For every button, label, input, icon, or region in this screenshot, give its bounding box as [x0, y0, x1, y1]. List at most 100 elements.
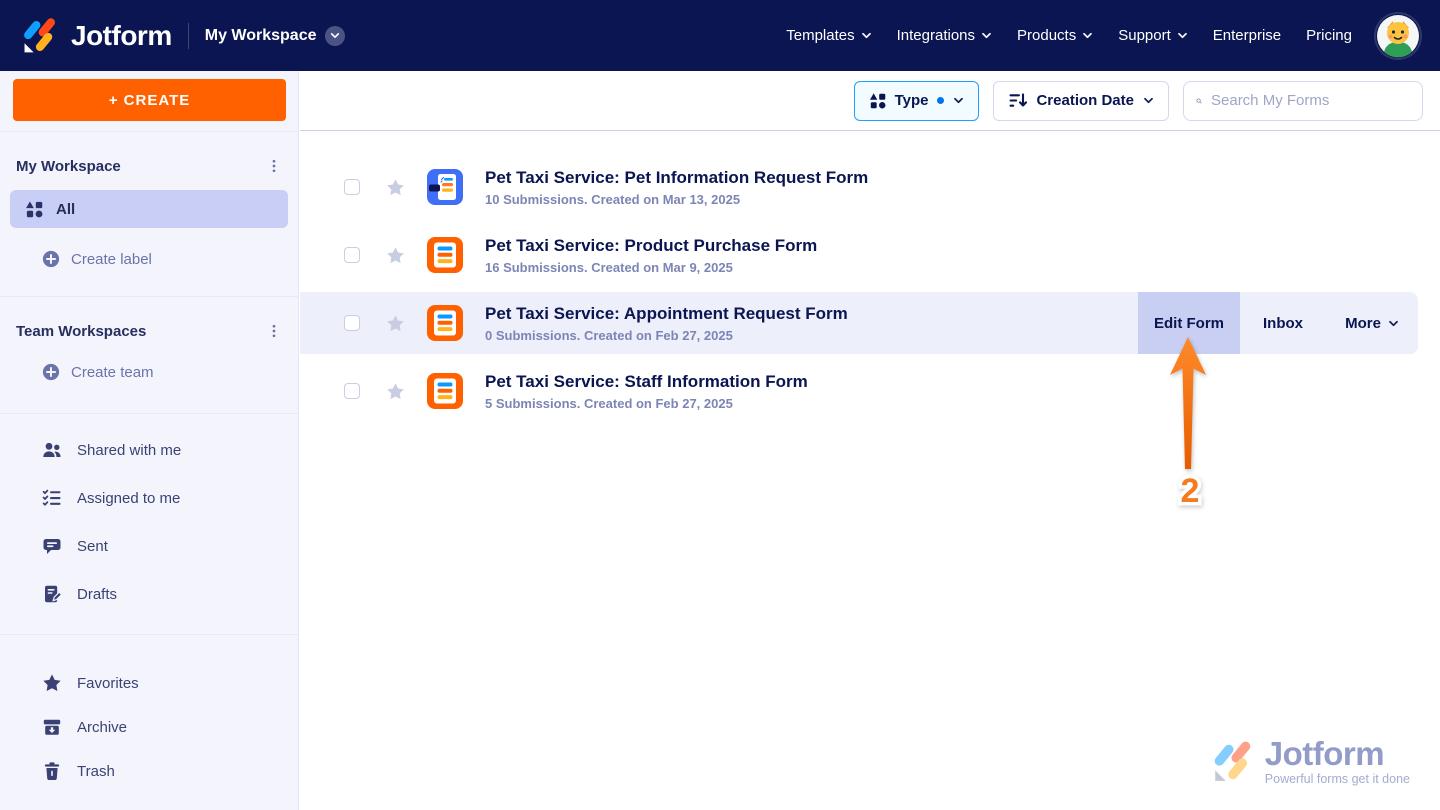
chevron-down-icon — [981, 32, 992, 39]
draft-icon — [42, 584, 62, 604]
plus-circle-icon — [42, 250, 60, 268]
sidebar-divider — [0, 131, 298, 132]
team-workspaces-section-header: Team Workspaces — [0, 321, 298, 341]
my-workspace-section-header: My Workspace — [0, 156, 298, 176]
sidebar-divider — [0, 413, 298, 414]
search-box — [1183, 81, 1423, 121]
chevron-down-icon — [1082, 32, 1093, 39]
favorite-star-icon[interactable] — [386, 178, 405, 197]
workspace-switcher[interactable]: My Workspace — [205, 26, 346, 46]
row-actions: Edit Form Inbox More — [1138, 292, 1418, 354]
form-info: Pet Taxi Service: Appointment Request Fo… — [485, 304, 848, 343]
sidebar-item-all[interactable]: All — [10, 190, 288, 228]
people-icon — [42, 440, 62, 460]
edit-form-button[interactable]: Edit Form — [1138, 292, 1240, 354]
sidebar-divider — [0, 296, 298, 297]
form-info: Pet Taxi Service: Pet Information Reques… — [485, 168, 868, 207]
jotform-watermark-logo-icon — [1210, 739, 1256, 785]
create-team-link[interactable]: Create team — [0, 363, 298, 381]
sidebar-item-shared-with-me[interactable]: Shared with me — [0, 426, 298, 474]
watermark-tagline: Powerful forms get it done — [1265, 772, 1410, 786]
header-divider — [188, 23, 189, 49]
user-avatar[interactable] — [1376, 14, 1420, 58]
chevron-down-icon — [325, 26, 345, 46]
star-icon — [42, 673, 62, 693]
main-content: Type Creation Date — [300, 71, 1440, 810]
trash-icon — [42, 761, 62, 781]
plus-circle-icon — [42, 363, 60, 381]
classic-form-icon — [427, 373, 463, 409]
chevron-down-icon — [953, 97, 964, 104]
form-title[interactable]: Pet Taxi Service: Pet Information Reques… — [485, 168, 868, 188]
forms-toolbar: Type Creation Date — [300, 71, 1440, 131]
favorite-star-icon[interactable] — [386, 246, 405, 265]
svg-text:2: 2 — [1181, 472, 1200, 510]
sidebar-item-archive[interactable]: Archive — [0, 705, 298, 749]
more-button[interactable]: More — [1326, 292, 1418, 354]
workspace-menu-kebab-icon[interactable] — [264, 156, 284, 176]
jotform-logo-text: Jotform — [71, 20, 172, 52]
sidebar-item-sent[interactable]: Sent — [0, 522, 298, 570]
favorite-star-icon[interactable] — [386, 382, 405, 401]
form-info: Pet Taxi Service: Product Purchase Form … — [485, 236, 817, 275]
form-title[interactable]: Pet Taxi Service: Product Purchase Form — [485, 236, 817, 256]
form-meta: 10 Submissions. Created on Mar 13, 2025 — [485, 192, 868, 207]
row-checkbox[interactable] — [344, 247, 360, 263]
chevron-down-icon — [1177, 32, 1188, 39]
form-meta: 0 Submissions. Created on Feb 27, 2025 — [485, 328, 848, 343]
header-nav: Templates Integrations Products Support … — [786, 27, 1352, 44]
avatar-cat-icon — [1376, 14, 1420, 58]
active-filter-dot — [937, 97, 944, 104]
search-input[interactable] — [1211, 92, 1410, 109]
sidebar-links: Shared with me Assigned to me Sent Draft… — [0, 426, 298, 618]
nav-templates[interactable]: Templates — [786, 27, 871, 44]
search-icon — [1196, 92, 1202, 110]
chevron-down-icon — [1143, 97, 1154, 104]
form-meta: 5 Submissions. Created on Feb 27, 2025 — [485, 396, 808, 411]
nav-integrations[interactable]: Integrations — [897, 27, 992, 44]
favorite-star-icon[interactable] — [386, 314, 405, 333]
sidebar-item-favorites[interactable]: Favorites — [0, 661, 298, 705]
sidebar: + CREATE My Workspace All Create label T… — [0, 71, 299, 810]
sidebar-item-trash[interactable]: Trash — [0, 749, 298, 793]
create-button[interactable]: + CREATE — [13, 79, 286, 121]
jotform-logo-icon — [20, 16, 60, 56]
form-title[interactable]: Pet Taxi Service: Appointment Request Fo… — [485, 304, 848, 324]
row-checkbox[interactable] — [344, 315, 360, 331]
row-checkbox[interactable] — [344, 179, 360, 195]
annotation-step-number: 2 — [1168, 467, 1212, 513]
forms-list: Pet Taxi Service: Pet Information Reques… — [300, 156, 1440, 422]
sidebar-item-drafts[interactable]: Drafts — [0, 570, 298, 618]
my-workspace-title: My Workspace — [16, 158, 121, 175]
form-row-pet-information[interactable]: Pet Taxi Service: Pet Information Reques… — [300, 156, 1418, 218]
form-row-staff-information[interactable]: Pet Taxi Service: Staff Information Form… — [300, 360, 1418, 422]
nav-pricing[interactable]: Pricing — [1306, 27, 1352, 44]
sidebar-bottom-links: Favorites Archive Trash — [0, 661, 298, 793]
type-filter-button[interactable]: Type — [854, 81, 980, 121]
form-title[interactable]: Pet Taxi Service: Staff Information Form — [485, 372, 808, 392]
form-row-appointment-request[interactable]: Pet Taxi Service: Appointment Request Fo… — [300, 292, 1418, 354]
jotform-my-forms-page: Jotform My Workspace Templates Integrati… — [0, 0, 1440, 810]
chat-icon — [42, 536, 62, 556]
classic-form-icon — [427, 237, 463, 273]
sort-icon — [1008, 91, 1027, 110]
grid-shapes-icon — [25, 200, 43, 218]
nav-products[interactable]: Products — [1017, 27, 1093, 44]
inbox-button[interactable]: Inbox — [1240, 292, 1326, 354]
team-menu-kebab-icon[interactable] — [264, 321, 284, 341]
form-meta: 16 Submissions. Created on Mar 9, 2025 — [485, 260, 817, 275]
top-navbar: Jotform My Workspace Templates Integrati… — [0, 0, 1440, 71]
sort-creation-date-button[interactable]: Creation Date — [993, 81, 1169, 121]
sidebar-item-assigned-to-me[interactable]: Assigned to me — [0, 474, 298, 522]
form-info: Pet Taxi Service: Staff Information Form… — [485, 372, 808, 411]
jotform-logo[interactable]: Jotform — [20, 16, 172, 56]
create-label-link[interactable]: Create label — [0, 250, 298, 268]
row-checkbox[interactable] — [344, 383, 360, 399]
nav-support[interactable]: Support — [1118, 27, 1188, 44]
workspace-switcher-label: My Workspace — [205, 27, 317, 45]
jotform-watermark: Jotform Powerful forms get it done — [1210, 737, 1410, 786]
card-form-icon — [427, 169, 463, 205]
team-workspaces-title: Team Workspaces — [16, 323, 146, 340]
form-row-product-purchase[interactable]: Pet Taxi Service: Product Purchase Form … — [300, 224, 1418, 286]
nav-enterprise[interactable]: Enterprise — [1213, 27, 1281, 44]
